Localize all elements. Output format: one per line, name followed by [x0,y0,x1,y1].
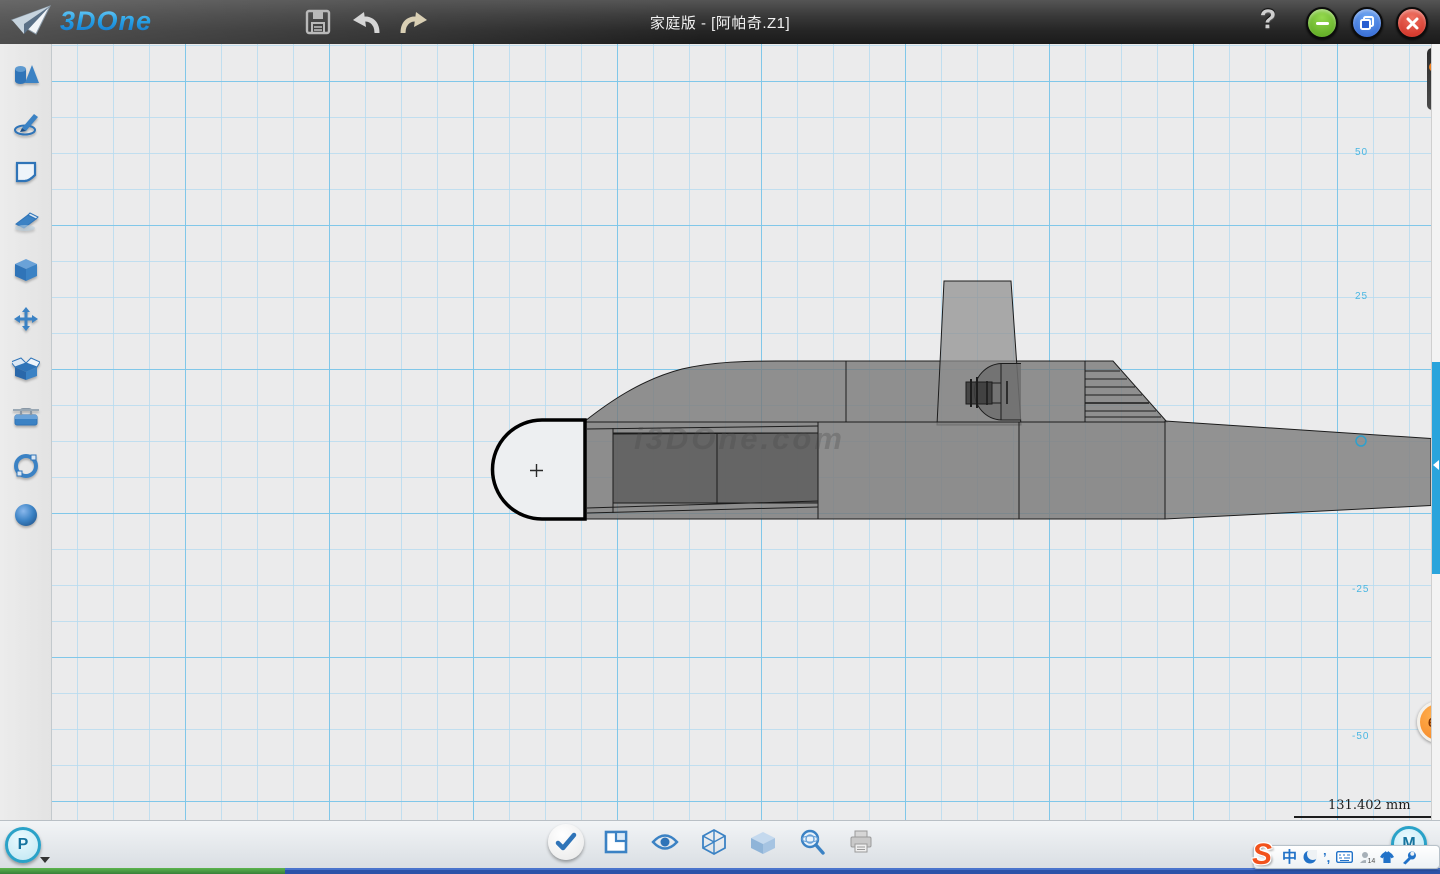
grid-label-n50: -50 [1352,731,1369,742]
sogou-logo-icon[interactable]: S [1252,838,1272,872]
ime-user-badge: 14 [1366,858,1376,865]
dropdown-caret-icon[interactable] [40,857,50,863]
magnifier-icon [798,828,826,856]
scale-readout: 131.402 mm [1328,798,1411,813]
cube-icon [13,257,39,283]
restore-icon [1360,16,1374,30]
sketch-pencil-icon [12,110,40,136]
ring-icon [13,453,39,479]
sidebar-item-combine[interactable] [10,354,42,382]
3done-window: 3DOne [0,0,1440,874]
model-canopy[interactable] [585,361,1167,422]
open-box-icon [12,355,40,381]
sidebar-item-render-sphere[interactable] [10,501,42,529]
print-button[interactable] [844,825,878,859]
grid-label-n25: -25 [1352,584,1369,595]
ime-chinese-mode[interactable]: 中 [1282,850,1297,865]
bottom-toolbar: P [0,820,1440,869]
ime-keyboard-icon[interactable] [1336,851,1353,863]
scrollbar-thumb[interactable] [1432,362,1440,574]
scale-ruler-line [1294,816,1440,818]
tool-sidebar [0,44,52,820]
canvas-watermark: i3DOne.com [634,421,845,456]
sidebar-item-ring[interactable] [10,452,42,480]
eraser-icon [12,209,40,233]
toolbox-icon [12,405,40,429]
layout-icon [603,829,629,855]
restore-button[interactable] [1351,7,1383,39]
taskbar-green-segment [0,868,285,874]
grid-label-25: 25 [1355,291,1368,302]
sketch-nose-profile[interactable] [493,420,585,519]
p-label: P [18,836,29,854]
shaded-cube-icon [749,829,777,855]
basic-solids-icon [12,61,40,87]
help-button[interactable]: ? [1252,4,1284,40]
eye-icon [651,832,679,852]
ime-toolbar: S 中 ’, 14 [1253,845,1440,869]
grid-label-50: 50 [1355,147,1368,158]
minimize-button[interactable] [1306,7,1338,39]
confirm-button[interactable] [548,824,584,860]
sidebar-item-sketch-surface[interactable] [10,158,42,186]
sidebar-item-eraser[interactable] [10,207,42,235]
ime-punctuation[interactable]: ’, [1323,851,1330,864]
property-p-button[interactable]: P [5,827,41,863]
close-icon [1406,17,1419,30]
os-taskbar-strip [0,868,1440,874]
printer-icon [848,830,874,854]
move-arrows-icon [13,306,39,332]
ime-skin-icon[interactable] [1379,850,1395,864]
sidebar-item-feature-cube[interactable] [10,256,42,284]
surface-icon [13,159,39,185]
wireframe-cube-icon [701,828,727,856]
vertical-scrollbar[interactable] [1431,44,1440,820]
title-bar: 3DOne [0,0,1440,45]
minimize-icon [1316,22,1329,25]
panel-expand-arrow-icon [1433,460,1439,470]
sphere-icon [13,502,39,528]
zoom-button[interactable] [795,825,829,859]
sidebar-item-measure[interactable] [10,403,42,431]
sidebar-item-basic-solids[interactable] [10,60,42,88]
shaded-view-button[interactable] [746,825,780,859]
model-view[interactable]: i3DOne.com [52,44,1431,820]
ime-user-icon[interactable]: 14 [1359,851,1373,864]
ime-settings-icon[interactable] [1401,850,1416,865]
sidebar-item-move[interactable] [10,305,42,333]
model-tailboom[interactable] [1165,421,1431,519]
view-layout-button[interactable] [599,825,633,859]
check-icon [555,832,577,852]
wireframe-view-button[interactable] [697,825,731,859]
sidebar-item-sketch[interactable] [10,109,42,137]
ime-moon-icon[interactable] [1303,850,1317,864]
window-title: 家庭版 - [阿帕奇.Z1] [0,12,1440,33]
visibility-button[interactable] [648,825,682,859]
model-exhaust [966,382,992,404]
close-button[interactable] [1396,7,1428,39]
